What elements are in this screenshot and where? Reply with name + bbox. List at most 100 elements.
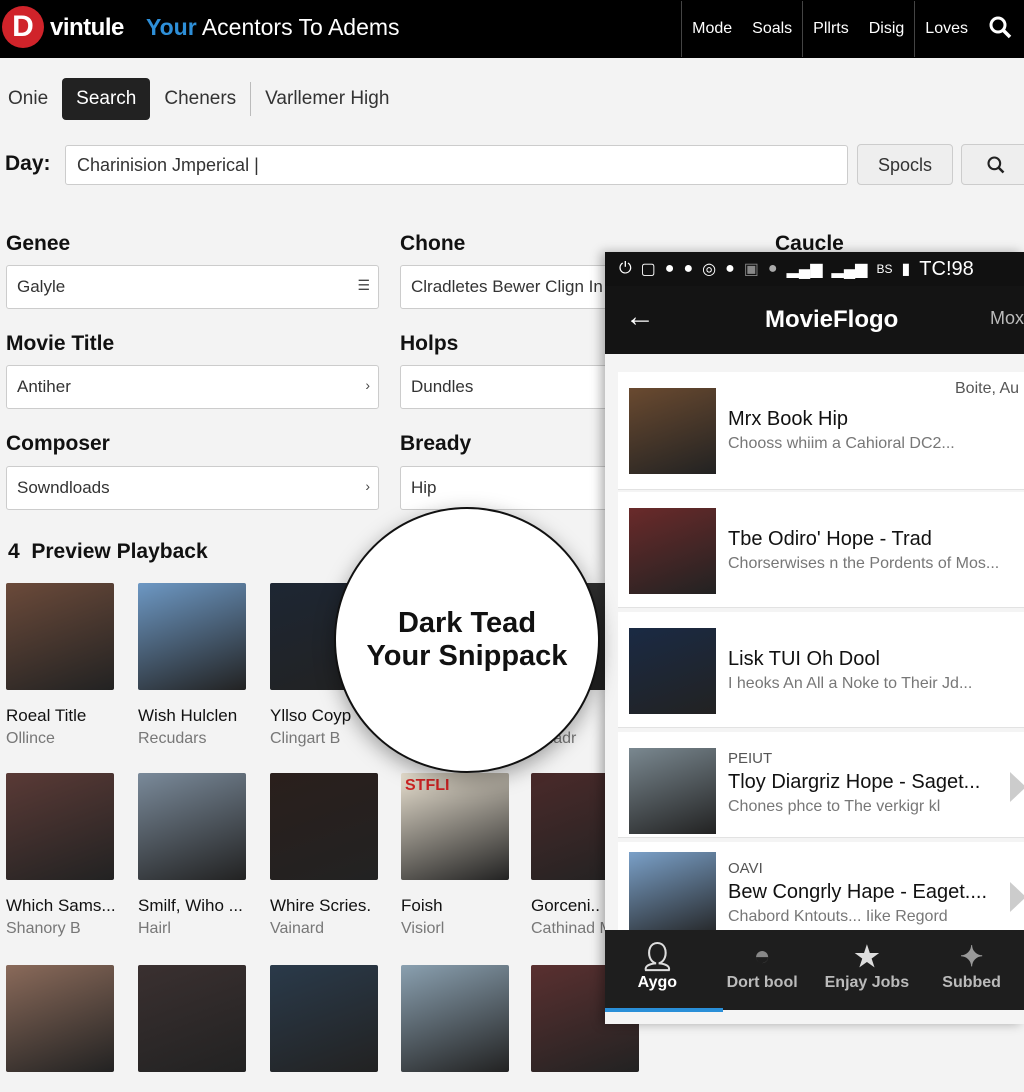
search-icon[interactable] (978, 15, 1024, 44)
status-bar: ⏻ ▢ ● ● ◎ ● ▣ ● ▂▄▆ ▂▄▆ BS ▮ TC!98 (605, 252, 1024, 286)
tab-onie[interactable]: Onie (0, 78, 56, 120)
list-item[interactable]: OAVI Bew Congrly Hape - Eaget.... Chabor… (618, 842, 1024, 942)
bottom-nav-enjay-jobs[interactable]: ★ Enjay Jobs (815, 930, 920, 1010)
poster-subtitle: Shanory B (6, 920, 81, 937)
list-title: Bew Congrly Hape - Eaget.... (728, 881, 988, 903)
nav-label: Aygo (637, 974, 678, 991)
tagline: Your Acentors To Adems (146, 14, 400, 41)
poster-card[interactable]: STFLI Foish Visiorl (401, 773, 511, 938)
poster-image (138, 773, 246, 880)
list-kicker: OAVI (728, 860, 763, 877)
poster-card[interactable] (138, 965, 248, 1092)
poster-card[interactable]: Roeal Title Ollince (6, 583, 116, 748)
list-desc: Chones phce to The verkigr kl (728, 798, 941, 815)
bottom-nav: 👤︎ Aygo ◓ Dort bool ★ Enjay Jobs ✦ Subbed (605, 930, 1024, 1012)
nav-label: Subbed (942, 974, 1001, 991)
message-icon: ● (664, 260, 675, 277)
tab-bar: Onie Search Cheners Varllemer High (0, 78, 397, 120)
poster-title: Which Sams... (6, 896, 116, 915)
list-thumbnail (629, 748, 716, 834)
apple-icon: ● (767, 260, 778, 277)
sync-icon: ◎ (702, 261, 717, 278)
sparkle-icon: ✦ (959, 941, 984, 972)
movie-title-value: Antiher (17, 377, 71, 396)
chone-label: Chone (400, 232, 466, 255)
genre-select[interactable]: Galyle ☰ (6, 265, 379, 309)
list-item[interactable]: PEIUT Tloy Diargriz Hope - Saget... Chon… (618, 732, 1024, 838)
poster-card[interactable] (6, 965, 116, 1092)
poster-card[interactable]: Wish Hulclen Recudars (138, 583, 248, 748)
play-icon[interactable] (1010, 882, 1024, 912)
poster-title: Whire Scries. (270, 896, 372, 915)
chevron-right-icon: › (365, 377, 370, 393)
menu-icon: ☰ (357, 277, 370, 293)
search-button[interactable] (961, 144, 1024, 185)
list-title: Tbe Odiro' Hope - Trad (728, 528, 932, 550)
bottom-nav-subbed[interactable]: ✦ Subbed (919, 930, 1024, 1010)
nav-disig[interactable]: Disig (859, 20, 915, 38)
section-title: Preview Playback (31, 540, 208, 563)
list-desc: Chabord Kntouts... Iike Regord (728, 908, 948, 925)
top-nav: Mode Soals Pllrts Disig Loves (681, 0, 1024, 58)
status-time: TC!98 (919, 257, 974, 280)
genre-value: Galyle (17, 277, 66, 296)
bottom-nav-dort-bool[interactable]: ◓ Dort bool (710, 930, 815, 1010)
nav-loves[interactable]: Loves (915, 20, 978, 38)
poster-subtitle: Ollince (6, 730, 55, 747)
poster-subtitle: Visiorl (401, 920, 445, 937)
poster-card[interactable] (270, 965, 380, 1092)
holps-label: Holps (400, 332, 459, 355)
tab-cheners[interactable]: Cheners (156, 78, 244, 120)
more-link[interactable]: Mox (990, 308, 1024, 329)
bottom-nav-aygo[interactable]: 👤︎ Aygo (605, 930, 723, 1012)
day-label: Day: (5, 152, 51, 175)
tagline-text: Acentors To Adems (201, 14, 400, 40)
list-desc: Chorserwises n the Pordents of Mos... (728, 555, 1000, 572)
logo[interactable]: D (2, 6, 44, 48)
composer-select[interactable]: Sowndloads › (6, 466, 379, 510)
poster-image (6, 583, 114, 690)
movie-title-label: Movie Title (6, 332, 115, 355)
nav-pllrts[interactable]: Pllrts (803, 20, 859, 38)
back-arrow-icon[interactable]: ← (625, 300, 655, 334)
poster-subtitle: Vainard (270, 920, 324, 937)
list-thumbnail (629, 508, 716, 594)
tab-search[interactable]: Search (62, 78, 151, 120)
tagline-accent: Your (146, 14, 197, 40)
movie-title-select[interactable]: Antiher › (6, 365, 379, 409)
battery-icon: ▮ (901, 261, 911, 278)
snippet-overlay: Dark Tead Your Snippack (334, 507, 600, 773)
list-item[interactable]: Lisk TUI Oh Dool I heoks An All a Noke t… (618, 612, 1024, 728)
day-input[interactable]: Charinision Jmperical | (65, 145, 848, 185)
person-icon: 👤︎ (639, 941, 676, 972)
list-thumbnail (629, 388, 716, 474)
play-icon[interactable] (1010, 772, 1024, 802)
spocls-button[interactable]: Spocls (857, 144, 953, 185)
brand-name[interactable]: vintule (50, 14, 124, 42)
mobile-app-panel: ⏻ ▢ ● ● ◎ ● ▣ ● ▂▄▆ ▂▄▆ BS ▮ TC!98 ← Mov… (605, 252, 1024, 1024)
poster-card[interactable]: Whire Scries. Vainard (270, 773, 380, 938)
list-item[interactable]: Tbe Odiro' Hope - Trad Chorserwises n th… (618, 492, 1024, 608)
list-title: Lisk TUI Oh Dool (728, 648, 880, 670)
top-header: D vintule Your Acentors To Adems Mode So… (0, 0, 1024, 58)
poster-text: STFLI (405, 777, 450, 794)
chevron-right-icon: › (365, 478, 370, 494)
nav-soals[interactable]: Soals (742, 20, 802, 38)
app-header: ← MovieFlogo Mox (605, 286, 1024, 354)
list-kicker: PEIUT (728, 750, 773, 767)
composer-label: Composer (6, 432, 110, 455)
poster-card[interactable]: Which Sams... Shanory B (6, 773, 116, 938)
nav-mode[interactable]: Mode (682, 20, 742, 38)
poster-image (270, 773, 378, 880)
tab-varllemer-high[interactable]: Varllemer High (257, 78, 397, 120)
nav-label: Enjay Jobs (824, 974, 910, 991)
section-heading: 4 Preview Playback (8, 540, 208, 564)
poster-card[interactable]: Smilf, Wiho ... Hairl (138, 773, 248, 938)
nav-label: Dort bool (726, 974, 798, 991)
list-desc: Chooss whiim a Cahioral DC2... (728, 435, 955, 452)
genre-label: Genee (6, 232, 71, 255)
power-icon: ⏻ (619, 260, 632, 277)
list-item[interactable]: Mrx Book Hip Chooss whiim a Cahioral DC2… (618, 372, 1024, 490)
square-icon: ▢ (640, 261, 656, 278)
poster-card[interactable] (401, 965, 511, 1092)
